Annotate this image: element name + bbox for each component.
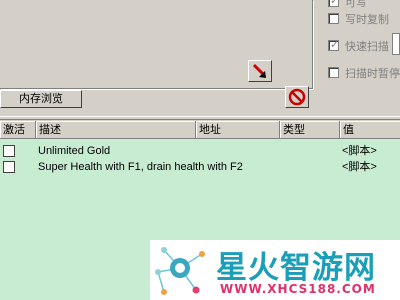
option-checkbox-fast-scan[interactable] bbox=[328, 38, 339, 51]
row-value: <脚本> bbox=[342, 145, 377, 157]
option-label-copy-on-write: 写时复制 bbox=[345, 14, 389, 26]
column-header-address[interactable]: 地址 bbox=[196, 121, 280, 139]
no-entry-icon bbox=[288, 88, 306, 106]
memory-view-button[interactable]: 内存浏览 bbox=[0, 90, 82, 108]
table-row[interactable]: Unlimited Gold <脚本> bbox=[0, 144, 400, 158]
option-label-writable: 可写 bbox=[345, 0, 367, 9]
option-checkbox-pause-while-scanning[interactable] bbox=[328, 67, 339, 78]
option-checkbox-copy-on-write[interactable] bbox=[328, 13, 339, 24]
option-label-fast-scan: 快速扫描 bbox=[345, 41, 389, 53]
option-checkbox-writable[interactable] bbox=[328, 0, 339, 7]
watermark-url: WWW.XHCS188.COM bbox=[220, 282, 376, 296]
table-header: 激活 描述 地址 类型 值 bbox=[0, 121, 400, 139]
add-address-button[interactable] bbox=[248, 60, 272, 82]
fast-scan-value-field[interactable] bbox=[392, 33, 400, 55]
network-logo-icon bbox=[155, 247, 205, 295]
top-panel: 可写 写时复制 快速扫描 扫描时暂停 内存浏览 bbox=[0, 0, 400, 116]
watermark-title: 星火智游网 bbox=[216, 250, 376, 286]
panel-splitter[interactable] bbox=[0, 116, 400, 120]
column-header-active[interactable]: 激活 bbox=[0, 121, 36, 139]
row-value: <脚本> bbox=[342, 161, 377, 173]
row-active-checkbox[interactable] bbox=[3, 161, 15, 173]
column-header-description[interactable]: 描述 bbox=[36, 121, 196, 139]
clear-list-button[interactable] bbox=[285, 86, 309, 108]
red-arrow-icon bbox=[252, 63, 266, 78]
site-watermark: 星火智游网 WWW.XHCS188.COM bbox=[150, 240, 400, 300]
table-row[interactable]: Super Health with F1, drain health with … bbox=[0, 160, 400, 174]
row-description: Super Health with F1, drain health with … bbox=[38, 161, 243, 173]
row-active-checkbox[interactable] bbox=[3, 145, 15, 157]
column-header-value[interactable]: 值 bbox=[340, 121, 400, 139]
row-description: Unlimited Gold bbox=[38, 145, 111, 157]
option-label-pause-while-scanning: 扫描时暂停 bbox=[345, 68, 400, 80]
column-header-type[interactable]: 类型 bbox=[280, 121, 340, 139]
